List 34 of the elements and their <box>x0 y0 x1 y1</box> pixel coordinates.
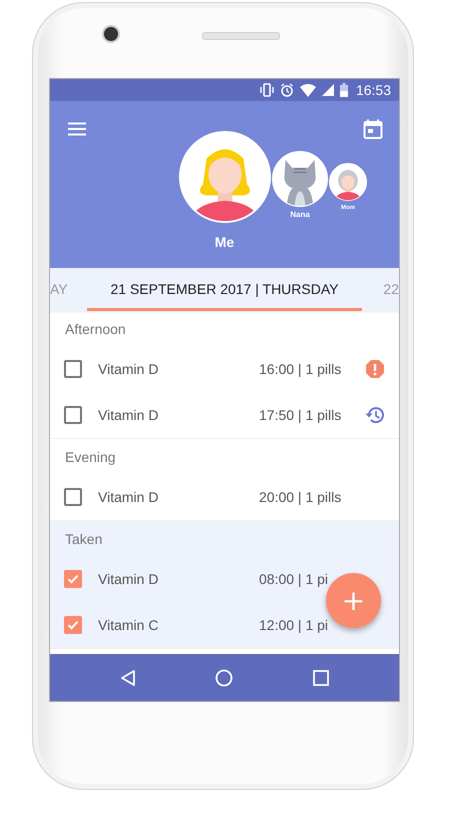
profile-name: Me <box>214 234 234 250</box>
medicine-name: Vitamin D <box>98 361 160 377</box>
alarm-icon <box>280 83 294 97</box>
medicine-name: Vitamin C <box>98 617 160 633</box>
dose-schedule: 16:00 | 1 pills <box>259 361 342 377</box>
section-header: Evening <box>64 448 117 467</box>
calendar-icon[interactable] <box>363 119 383 139</box>
profile-name: Nana <box>290 210 310 219</box>
history-icon[interactable] <box>365 405 385 425</box>
checkbox[interactable] <box>64 488 82 506</box>
checkbox[interactable] <box>64 616 82 634</box>
wifi-icon <box>300 84 316 96</box>
clock-time: 16:53 <box>356 82 391 98</box>
checkbox[interactable] <box>64 360 82 378</box>
home-icon[interactable] <box>215 668 234 686</box>
dose-schedule: 20:00 | 1 pills <box>259 489 342 505</box>
dose-schedule: 17:50 | 1 pills <box>259 407 342 423</box>
vibrate-icon <box>260 83 274 97</box>
battery-icon <box>340 83 348 97</box>
medicine-name: Vitamin D <box>98 407 160 423</box>
section-header: Taken <box>64 530 104 549</box>
section-header: Afternoon <box>64 320 127 339</box>
back-icon[interactable] <box>120 668 136 686</box>
camera-lens <box>104 27 118 41</box>
checkbox[interactable] <box>64 570 82 588</box>
checkbox[interactable] <box>64 406 82 424</box>
avatar[interactable] <box>329 163 367 201</box>
medicine-name: Vitamin D <box>98 489 160 505</box>
medicine-name: Vitamin D <box>98 571 160 587</box>
date-tab[interactable]: 22 <box>383 281 399 297</box>
signal-icon <box>322 84 334 96</box>
date-tab[interactable]: AY <box>50 281 68 297</box>
menu-icon[interactable] <box>67 122 87 136</box>
recents-icon[interactable] <box>313 670 330 686</box>
